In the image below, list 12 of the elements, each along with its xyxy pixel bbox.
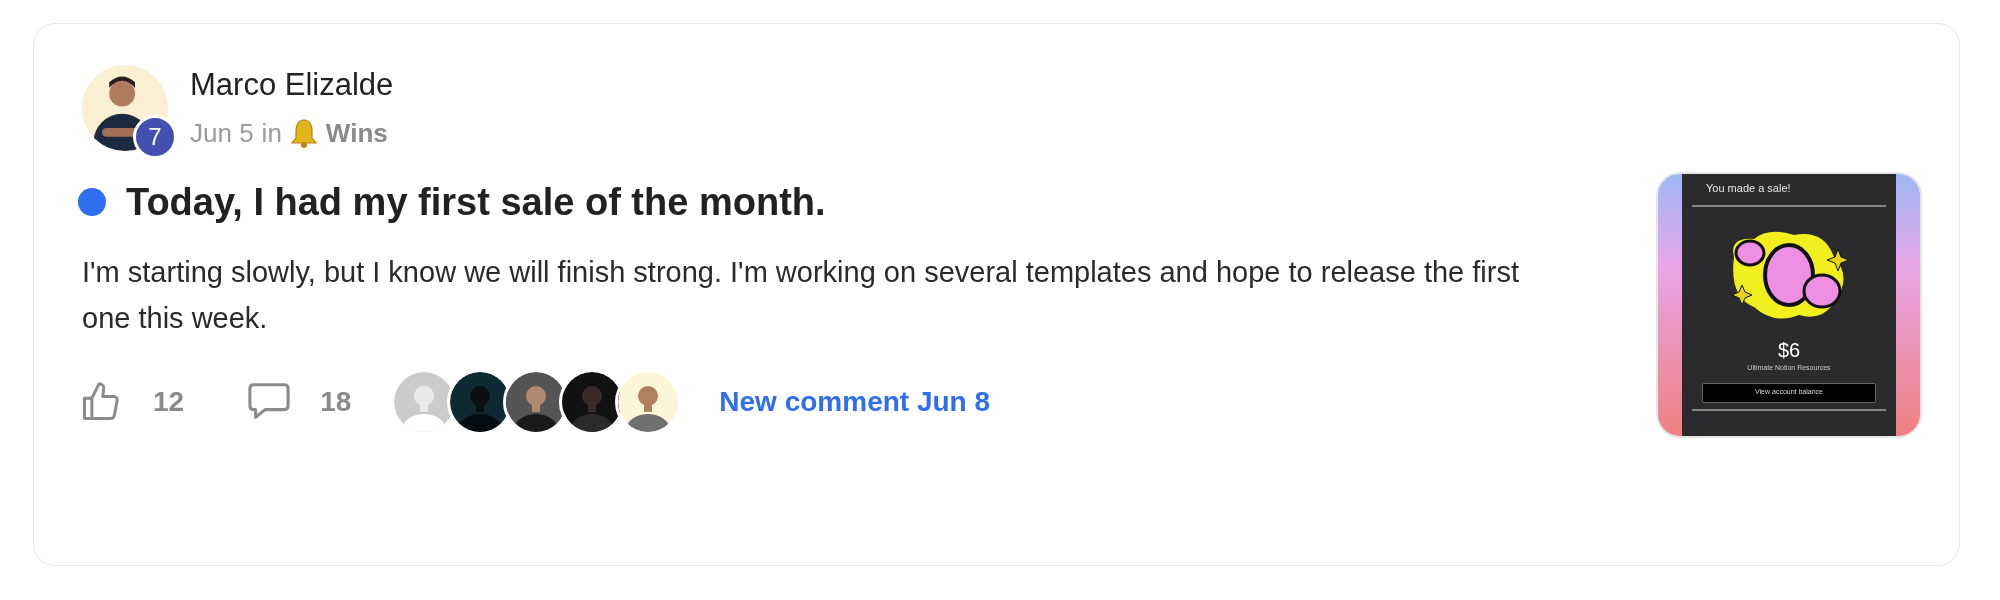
meta-text: in [261, 117, 282, 150]
preview-heading: You made a sale! [1706, 181, 1791, 196]
new-comment-link[interactable]: New comment Jun 8 [719, 381, 991, 423]
bell-icon [289, 118, 318, 148]
sale-amount: $6 [1777, 338, 1801, 361]
level-badge: 7 [133, 115, 177, 159]
like-count: 12 [153, 385, 185, 419]
author-name[interactable]: Marco Elizalde [190, 63, 394, 107]
post-date: Jun 5 [190, 117, 254, 150]
comment-count: 18 [320, 385, 352, 419]
post-title[interactable]: Today, I had my first sale of the month. [126, 177, 826, 227]
post-body: I'm starting slowly, but I know we will finish strong. I'm working on several templates and hope to release the first one this week. [82, 255, 1520, 336]
